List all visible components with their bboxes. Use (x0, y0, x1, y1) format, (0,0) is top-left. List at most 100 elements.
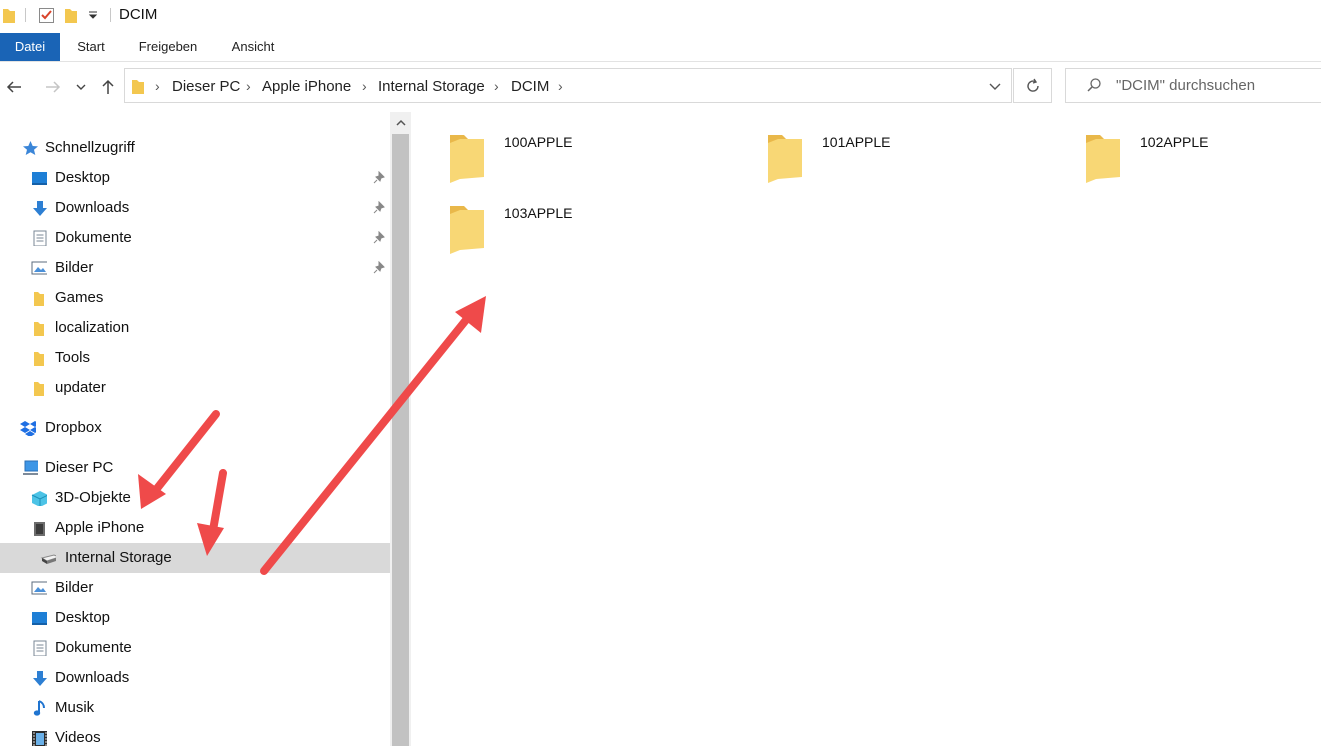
nav-item-localization[interactable]: localization (0, 313, 390, 343)
customize-dropdown-icon[interactable] (88, 10, 98, 28)
nav-item-videos[interactable]: Videos (0, 723, 390, 746)
nav-item-dokumente[interactable]: Dokumente (0, 223, 390, 253)
folder-icon (34, 352, 44, 366)
iphone-icon (34, 522, 45, 536)
folder-name: 102APPLE (1140, 134, 1209, 150)
pictures-icon (31, 581, 47, 595)
music-note-icon (33, 700, 45, 716)
folder-name: 101APPLE (822, 134, 891, 150)
nav-item-internal-storage[interactable]: Internal Storage (0, 543, 390, 573)
search-placeholder: "DCIM" durchsuchen (1116, 77, 1256, 94)
navigation-pane: Schnellzugriff Desktop Downloads Dokumen… (0, 112, 390, 746)
computer-icon (23, 460, 38, 475)
nav-item-updater[interactable]: updater (0, 373, 390, 403)
nav-item-desktop[interactable]: Desktop (0, 603, 390, 633)
nav-this-pc[interactable]: Dieser PC (0, 453, 390, 483)
nav-item-desktop[interactable]: Desktop (0, 163, 390, 193)
breadcrumb-dieser-pc[interactable]: Dieser PC (172, 69, 240, 104)
pin-icon[interactable] (372, 231, 386, 245)
pictures-icon (31, 261, 47, 275)
window-title: DCIM (119, 6, 158, 23)
scroll-up-button[interactable] (390, 112, 411, 133)
forward-button[interactable] (42, 74, 64, 100)
folder-item-100apple[interactable]: 100APPLE (448, 129, 748, 193)
nav-label: Dieser PC (45, 459, 114, 476)
new-folder-icon[interactable] (64, 6, 78, 24)
back-button[interactable] (3, 74, 25, 100)
ribbon-tabs: Datei Start Freigeben Ansicht (0, 33, 1321, 62)
star-icon (23, 141, 38, 155)
tab-freigeben[interactable]: Freigeben (128, 33, 208, 61)
folder-icon (34, 292, 44, 306)
nav-item-tools[interactable]: Tools (0, 343, 390, 373)
properties-checkmark-icon[interactable] (38, 6, 56, 24)
search-box[interactable]: "DCIM" durchsuchen (1065, 68, 1321, 103)
folder-icon (1086, 135, 1120, 183)
nav-item-downloads[interactable]: Downloads (0, 193, 390, 223)
nav-item-dokumente[interactable]: Dokumente (0, 633, 390, 663)
pin-icon[interactable] (372, 171, 386, 185)
breadcrumb-separator-icon[interactable]: › (558, 69, 563, 104)
nav-label: 3D-Objekte (55, 489, 131, 506)
nav-label: Videos (55, 729, 101, 746)
recent-locations-button[interactable] (72, 74, 90, 100)
folder-name: 100APPLE (504, 134, 573, 150)
nav-label: Bilder (55, 579, 94, 596)
chevron-up-icon (395, 119, 406, 126)
arrow-left-icon (6, 81, 21, 93)
nav-item-downloads[interactable]: Downloads (0, 663, 390, 693)
nav-label: Dropbox (45, 419, 102, 436)
folder-item-102apple[interactable]: 102APPLE (1084, 129, 1321, 193)
tab-datei[interactable]: Datei (0, 33, 60, 61)
up-button[interactable] (97, 74, 119, 100)
nav-label: Bilder (55, 259, 94, 276)
folder-name: 103APPLE (504, 205, 573, 221)
nav-dropbox[interactable]: Dropbox (0, 413, 390, 443)
nav-item-musik[interactable]: Musik (0, 693, 390, 723)
folder-icon[interactable] (2, 6, 16, 24)
divider (110, 8, 111, 22)
folder-icon (768, 135, 802, 183)
download-arrow-icon (33, 671, 47, 686)
refresh-button[interactable] (1013, 68, 1052, 103)
folder-item-103apple[interactable]: 103APPLE (448, 200, 748, 264)
document-icon (33, 640, 47, 656)
folder-icon (34, 382, 44, 396)
breadcrumb-separator-icon[interactable]: › (246, 69, 251, 104)
nav-label: Desktop (55, 609, 111, 626)
breadcrumb-apple-iphone[interactable]: Apple iPhone (262, 69, 351, 104)
nav-item-games[interactable]: Games (0, 283, 390, 313)
nav-label: Apple iPhone (55, 519, 145, 536)
nav-label: localization (55, 319, 130, 336)
breadcrumb-dcim[interactable]: DCIM (511, 69, 549, 104)
navpane-scrollbar[interactable] (390, 112, 411, 746)
chevron-down-icon[interactable] (989, 83, 1001, 91)
pin-icon[interactable] (372, 261, 386, 275)
nav-item-apple-iphone[interactable]: Apple iPhone (0, 513, 390, 543)
scrollbar-thumb[interactable] (392, 134, 409, 746)
nav-quick-access[interactable]: Schnellzugriff (0, 133, 390, 163)
tab-ansicht[interactable]: Ansicht (222, 33, 284, 61)
tab-start[interactable]: Start (64, 33, 118, 61)
nav-label: Internal Storage (65, 549, 172, 566)
arrow-up-icon (102, 79, 114, 94)
drive-icon (40, 554, 56, 564)
breadcrumb-separator-icon[interactable]: › (362, 69, 367, 104)
folder-icon (34, 322, 44, 336)
dropbox-icon (20, 421, 36, 436)
pin-icon[interactable] (372, 201, 386, 215)
breadcrumb-separator-icon[interactable]: › (155, 69, 160, 104)
nav-item-bilder[interactable]: Bilder (0, 573, 390, 603)
breadcrumb-separator-icon[interactable]: › (494, 69, 499, 104)
nav-item-3d-objekte[interactable]: 3D-Objekte (0, 483, 390, 513)
breadcrumb-internal-storage[interactable]: Internal Storage (378, 69, 485, 104)
download-arrow-icon (33, 201, 47, 216)
nav-label: Downloads (55, 199, 130, 216)
nav-label: Dokumente (55, 229, 132, 246)
3d-objects-icon (31, 491, 47, 506)
address-bar[interactable]: › Dieser PC › Apple iPhone › Internal St… (124, 68, 1012, 103)
folder-item-101apple[interactable]: 101APPLE (766, 129, 1066, 193)
title-bar: DCIM (0, 0, 1321, 31)
film-icon (32, 731, 47, 746)
nav-item-bilder[interactable]: Bilder (0, 253, 390, 283)
